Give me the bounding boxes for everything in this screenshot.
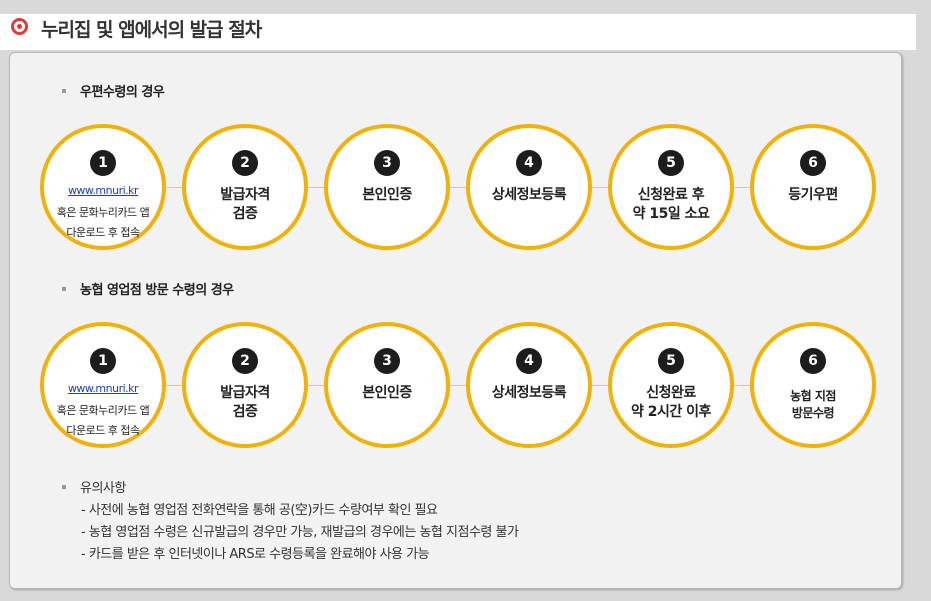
step-2-circle: 2 발급자격 검증 xyxy=(182,124,308,250)
step-1-circle: 1 www.mnuri.kr 혹은 문화누리카드 앱 다운로드 후 접속 xyxy=(40,124,166,250)
step-number-badge: 1 xyxy=(90,150,116,176)
steps-branch: 1 www.mnuri.kr 혹은 문화누리카드 앱 다운로드 후 접속 2 발… xyxy=(40,320,890,450)
bullet-square-icon xyxy=(62,484,66,489)
step-text: 신청완료 약 2시간 이후 xyxy=(631,385,711,420)
procedure-panel: 우편수령의 경우 1 www.mnuri.kr 혹은 문화누리카드 앱 다운로드… xyxy=(9,52,902,589)
step-6-circle: 6 등기우편 xyxy=(750,124,876,250)
step-text: 등기우편 xyxy=(788,187,838,203)
step-number-badge: 1 xyxy=(90,348,116,374)
title-bullet-icon xyxy=(11,18,28,35)
step-2-circle: 2 발급자격 검증 xyxy=(182,322,308,448)
step-number-badge: 6 xyxy=(800,348,826,374)
note-item: - 농협 영업점 수령은 신규발급의 경우만 가능, 재발급의 경우에는 농협 … xyxy=(81,525,519,540)
step-number-badge: 3 xyxy=(374,150,400,176)
step-text: 발급자격 검증 xyxy=(220,385,270,420)
step-number-badge: 6 xyxy=(800,150,826,176)
step-number-badge: 2 xyxy=(232,150,258,176)
step-3-circle: 3 본인인증 xyxy=(324,322,450,448)
notes-block: 유의사항 - 사전에 농협 영업점 전화연락을 통해 공(空)카드 수량여부 확… xyxy=(62,478,519,566)
step-5-circle: 5 신청완료 후 약 15일 소요 xyxy=(608,124,734,250)
step-number-badge: 5 xyxy=(658,150,684,176)
step-1-circle: 1 www.mnuri.kr 혹은 문화누리카드 앱 다운로드 후 접속 xyxy=(40,322,166,448)
notes-heading: 유의사항 xyxy=(62,478,518,500)
step-number-badge: 4 xyxy=(516,150,542,176)
step-text: 혹은 문화누리카드 앱 다운로드 후 접속 xyxy=(56,404,150,437)
section-heading-postal: 우편수령의 경우 xyxy=(62,81,165,100)
step-text: 신청완료 후 약 15일 소요 xyxy=(632,187,710,222)
step-number-badge: 4 xyxy=(516,348,542,374)
steps-postal: 1 www.mnuri.kr 혹은 문화누리카드 앱 다운로드 후 접속 2 발… xyxy=(40,122,890,252)
note-item: - 카드를 받은 후 인터넷이나 ARS로 수령등록을 완료해야 사용 가능 xyxy=(81,547,430,562)
step-number-badge: 5 xyxy=(658,348,684,374)
mnuri-link[interactable]: www.mnuri.kr xyxy=(44,382,162,395)
step-text: 발급자격 검증 xyxy=(220,187,270,222)
step-4-circle: 4 상세정보등록 xyxy=(466,322,592,448)
step-text: 농협 지점 방문수령 xyxy=(790,389,836,420)
step-text: 상세정보등록 xyxy=(491,385,567,401)
step-4-circle: 4 상세정보등록 xyxy=(466,124,592,250)
bullet-square-icon xyxy=(62,286,66,291)
mnuri-link[interactable]: www.mnuri.kr xyxy=(44,184,162,197)
bullet-square-icon xyxy=(62,88,66,93)
step-text: 상세정보등록 xyxy=(491,187,567,203)
step-3-circle: 3 본인인증 xyxy=(324,124,450,250)
step-text: 본인인증 xyxy=(362,385,412,401)
note-item: - 사전에 농협 영업점 전화연락을 통해 공(空)카드 수량여부 확인 필요 xyxy=(81,503,438,518)
page-title: 누리집 및 앱에서의 발급 절차 xyxy=(41,19,262,41)
step-text: 혹은 문화누리카드 앱 다운로드 후 접속 xyxy=(56,206,150,239)
step-6-circle: 6 농협 지점 방문수령 xyxy=(750,322,876,448)
step-number-badge: 3 xyxy=(374,348,400,374)
step-text: 본인인증 xyxy=(362,187,412,203)
step-5-circle: 5 신청완료 약 2시간 이후 xyxy=(608,322,734,448)
section-heading-branch: 농협 영업점 방문 수령의 경우 xyxy=(62,279,234,298)
step-number-badge: 2 xyxy=(232,348,258,374)
